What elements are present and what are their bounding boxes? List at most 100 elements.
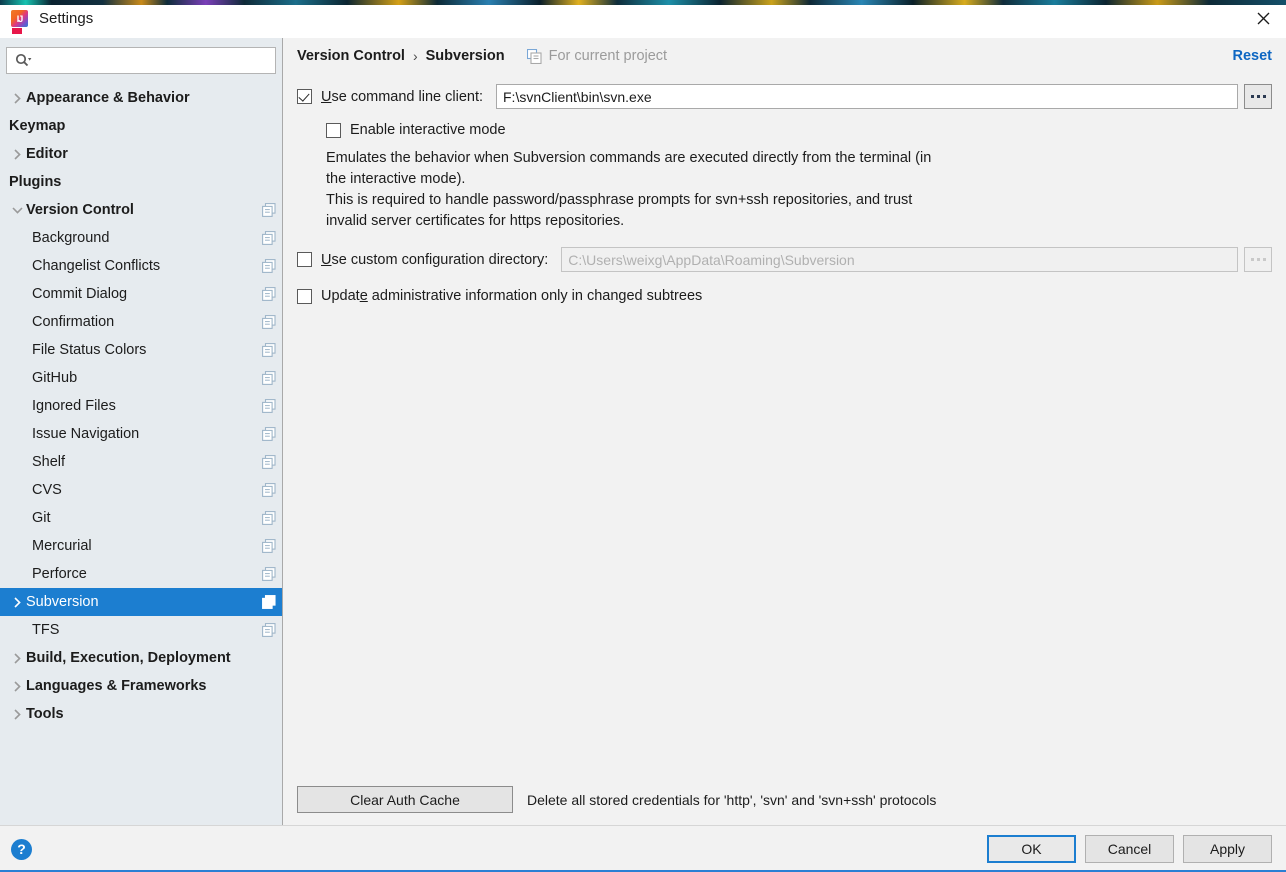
sidebar-item-tools[interactable]: Tools: [0, 700, 282, 728]
update-admin-info-label: Update administrative information only i…: [321, 288, 702, 304]
reset-link[interactable]: Reset: [1233, 48, 1273, 64]
copy-settings-icon[interactable]: [262, 567, 276, 581]
copy-settings-icon[interactable]: [262, 483, 276, 497]
sidebar-item-label: Build, Execution, Deployment: [26, 651, 231, 666]
settings-sidebar: Appearance & Behavior Keymap Editor Plugins…: [0, 38, 283, 825]
copy-settings-icon[interactable]: [262, 595, 276, 609]
use-command-line-client-label: Use command line client:: [321, 89, 483, 105]
sidebar-item-confirmation[interactable]: Confirmation: [0, 308, 282, 336]
cancel-button[interactable]: Cancel: [1085, 835, 1174, 863]
copy-settings-icon[interactable]: [262, 399, 276, 413]
copy-settings-icon[interactable]: [262, 455, 276, 469]
close-button[interactable]: [1240, 0, 1286, 37]
ellipsis-dot: [1263, 95, 1266, 98]
dialog-footer: ? OK Cancel Apply: [0, 825, 1286, 872]
sidebar-item-label: Background: [32, 231, 109, 246]
copy-settings-icon[interactable]: [262, 231, 276, 245]
sidebar-item-keymap[interactable]: Keymap: [0, 112, 282, 140]
search-box[interactable]: [6, 47, 276, 74]
sidebar-item-build-execution-deployment[interactable]: Build, Execution, Deployment: [0, 644, 282, 672]
chevron-right-icon[interactable]: [9, 84, 26, 112]
copy-settings-icon[interactable]: [262, 539, 276, 553]
description-line: Emulates the behavior when Subversion co…: [326, 148, 1026, 169]
sidebar-item-mercurial[interactable]: Mercurial: [0, 532, 282, 560]
intellij-idea-icon: [11, 10, 28, 27]
project-scope-label: For current project: [549, 48, 667, 64]
sidebar-item-label: GitHub: [32, 371, 77, 386]
copy-settings-icon[interactable]: [262, 259, 276, 273]
sidebar-item-perforce[interactable]: Perforce: [0, 560, 282, 588]
sidebar-item-label: Perforce: [32, 567, 87, 582]
sidebar-item-label: Changelist Conflicts: [32, 259, 160, 274]
custom-config-dir-input[interactable]: C:\Users\weixg\AppData\Roaming\Subversio…: [561, 247, 1238, 272]
copy-settings-icon[interactable]: [262, 343, 276, 357]
sidebar-item-label: Shelf: [32, 455, 65, 470]
capture-artifact-strip: [0, 0, 1286, 5]
sidebar-item-changelist-conflicts[interactable]: Changelist Conflicts: [0, 252, 282, 280]
sidebar-item-appearance-behavior[interactable]: Appearance & Behavior: [0, 84, 282, 112]
apply-button[interactable]: Apply: [1183, 835, 1272, 863]
capture-artifact-dot: [12, 28, 22, 34]
sidebar-item-issue-navigation[interactable]: Issue Navigation: [0, 420, 282, 448]
use-command-line-client-row: Use command line client: F:\svnClient\bi…: [297, 84, 1272, 109]
browse-custom-config-dir-button[interactable]: [1244, 247, 1272, 272]
sidebar-item-file-status-colors[interactable]: File Status Colors: [0, 336, 282, 364]
clear-auth-cache-button[interactable]: Clear Auth Cache: [297, 786, 513, 813]
use-custom-config-dir-checkbox[interactable]: [297, 252, 312, 267]
ok-button[interactable]: OK: [987, 835, 1076, 863]
sidebar-item-label: Editor: [26, 147, 68, 162]
chevron-right-icon[interactable]: [9, 700, 26, 728]
help-icon[interactable]: ?: [11, 839, 32, 860]
enable-interactive-mode-row: Enable interactive mode: [297, 122, 1272, 138]
copy-settings-icon[interactable]: [262, 511, 276, 525]
copy-settings-icon[interactable]: [262, 287, 276, 301]
sidebar-item-cvs[interactable]: CVS: [0, 476, 282, 504]
footer-buttons: OK Cancel Apply: [987, 835, 1272, 863]
settings-tree: Appearance & Behavior Keymap Editor Plugins…: [0, 80, 282, 825]
sidebar-item-ignored-files[interactable]: Ignored Files: [0, 392, 282, 420]
sidebar-item-version-control[interactable]: Version Control: [0, 196, 282, 224]
sidebar-item-shelf[interactable]: Shelf: [0, 448, 282, 476]
sidebar-item-label: Keymap: [9, 119, 65, 134]
sidebar-item-label: Mercurial: [32, 539, 92, 554]
breadcrumb-current: Subversion: [426, 48, 505, 64]
clear-auth-cache-note: Delete all stored credentials for 'http'…: [527, 792, 936, 808]
copy-settings-icon[interactable]: [262, 427, 276, 441]
breadcrumb: Version Control › Subversion For current…: [283, 38, 1286, 74]
settings-main-panel: Version Control › Subversion For current…: [283, 38, 1286, 825]
use-command-line-client-checkbox[interactable]: [297, 89, 312, 104]
copy-settings-icon[interactable]: [262, 315, 276, 329]
sidebar-item-languages-frameworks[interactable]: Languages & Frameworks: [0, 672, 282, 700]
copy-settings-icon[interactable]: [262, 203, 276, 217]
enable-interactive-mode-checkbox[interactable]: [326, 123, 341, 138]
ellipsis-dot: [1251, 95, 1254, 98]
chevron-right-icon[interactable]: [9, 644, 26, 672]
ellipsis-dot: [1257, 95, 1260, 98]
sidebar-item-label: File Status Colors: [32, 343, 146, 358]
copy-settings-icon[interactable]: [262, 623, 276, 637]
sidebar-item-github[interactable]: GitHub: [0, 364, 282, 392]
sidebar-item-label: Version Control: [26, 203, 134, 218]
search-input[interactable]: [32, 48, 275, 73]
update-admin-info-checkbox[interactable]: [297, 289, 312, 304]
copy-settings-icon[interactable]: [262, 371, 276, 385]
sidebar-item-subversion[interactable]: Subversion: [0, 588, 282, 616]
chevron-right-icon[interactable]: [9, 672, 26, 700]
browse-svn-executable-button[interactable]: [1244, 84, 1272, 109]
sidebar-item-editor[interactable]: Editor: [0, 140, 282, 168]
chevron-right-icon[interactable]: [9, 588, 26, 616]
sidebar-item-label: TFS: [32, 623, 59, 638]
svn-executable-path-input[interactable]: F:\svnClient\bin\svn.exe: [496, 84, 1238, 109]
title-bar: Settings: [0, 0, 1286, 37]
breadcrumb-parent[interactable]: Version Control: [297, 48, 405, 64]
sidebar-item-commit-dialog[interactable]: Commit Dialog: [0, 280, 282, 308]
sidebar-item-git[interactable]: Git: [0, 504, 282, 532]
sidebar-item-label: Subversion: [26, 595, 99, 610]
sidebar-item-background[interactable]: Background: [0, 224, 282, 252]
close-icon: [1257, 12, 1270, 25]
sidebar-item-tfs[interactable]: TFS: [0, 616, 282, 644]
ellipsis-dot: [1263, 258, 1266, 261]
chevron-down-icon[interactable]: [9, 196, 26, 224]
chevron-right-icon[interactable]: [9, 140, 26, 168]
sidebar-item-plugins[interactable]: Plugins: [0, 168, 282, 196]
